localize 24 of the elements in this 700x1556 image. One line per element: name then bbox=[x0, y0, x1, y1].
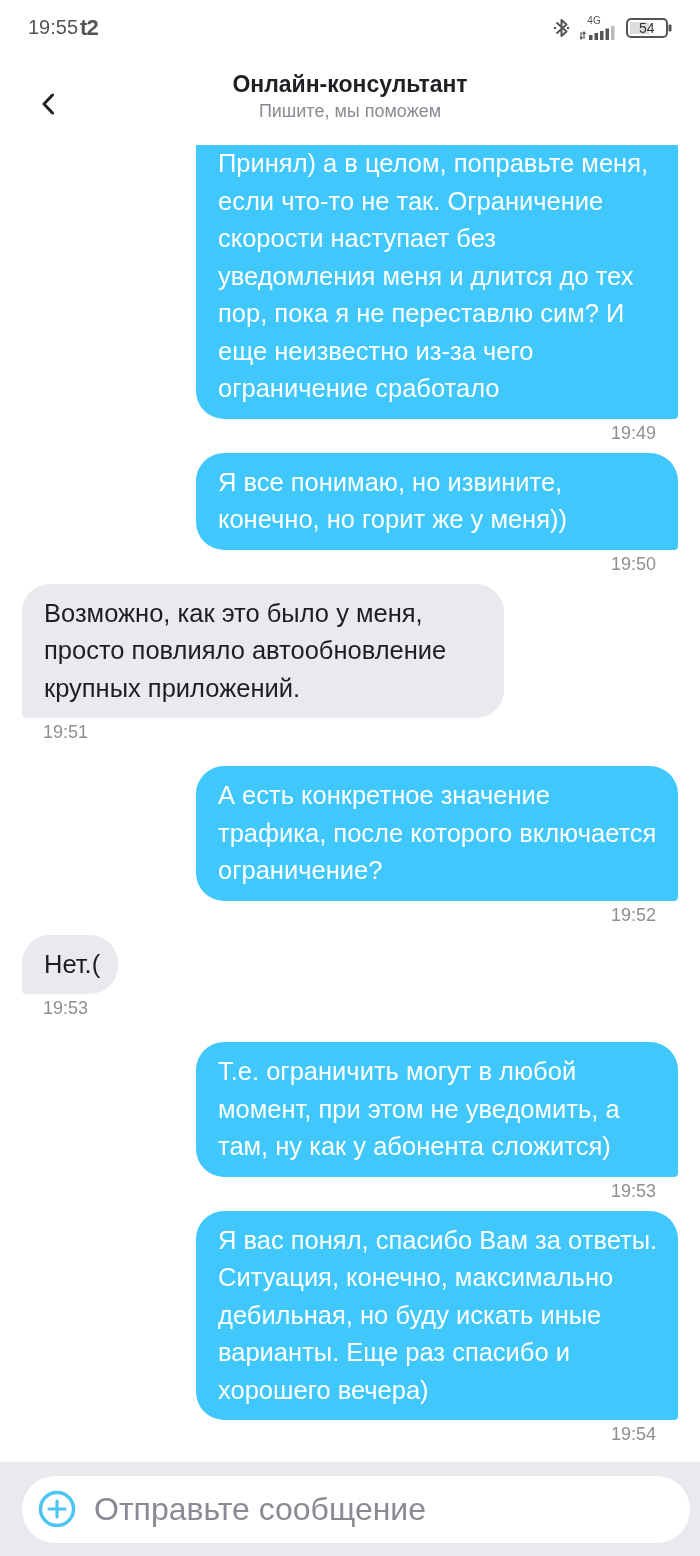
message-time: 19:50 bbox=[610, 552, 656, 575]
message-time: 19:54 bbox=[610, 1423, 656, 1445]
sent-message-bubble: Я все понимаю, но извините, конечно, но горит же у меня)) bbox=[196, 452, 678, 550]
chat-title: Онлайн-консультант bbox=[232, 69, 468, 99]
carrier-logo: t2 bbox=[80, 14, 98, 41]
message-time: 19:51 bbox=[43, 721, 89, 743]
sent-message-bubble: Т.е. ограничить могут в любой момент, при этом не уведомить, а там, ну как у абонента сложится) bbox=[196, 1042, 678, 1177]
chat-subtitle: Пишите, мы поможем bbox=[258, 99, 442, 123]
message-time: 19:53 bbox=[610, 1179, 656, 1202]
message-time: 19:52 bbox=[610, 903, 656, 926]
received-message-bubble: Возможно, как это было у меня, просто повлияло автообновление крупных приложений. bbox=[22, 583, 504, 718]
signal-icon bbox=[580, 25, 616, 40]
message-time: 19:49 bbox=[610, 421, 656, 444]
sent-message-bubble: Принял) а в целом, поправьте меня, если что-то не так. Ограничение скорости наступает без уведомления меня и длится до тех пор, пока я не переставлю сим? И еще неизвестно из-за чего ограничение сработало bbox=[196, 145, 678, 419]
received-message-bubble: Нет.( bbox=[22, 934, 119, 994]
sent-message-bubble: А есть конкретное значение трафика, после которого включается ограничение? bbox=[196, 766, 678, 901]
back-icon[interactable] bbox=[41, 93, 55, 115]
message-input[interactable]: Отправьте сообщение bbox=[22, 1475, 690, 1543]
battery-icon bbox=[626, 16, 672, 39]
sent-message-bubble: Я вас понял, спасибо Вам за ответы. Ситуация, конечно, максимально дебильная, но буду искать иные варианты. Еще раз спасибо и хорошего вечера) bbox=[196, 1210, 678, 1420]
clock-time: 19:55 bbox=[28, 16, 79, 39]
message-time: 19:53 bbox=[43, 997, 89, 1019]
battery-percentage: 54 bbox=[639, 19, 655, 36]
network-type-label: 4G bbox=[587, 15, 601, 26]
